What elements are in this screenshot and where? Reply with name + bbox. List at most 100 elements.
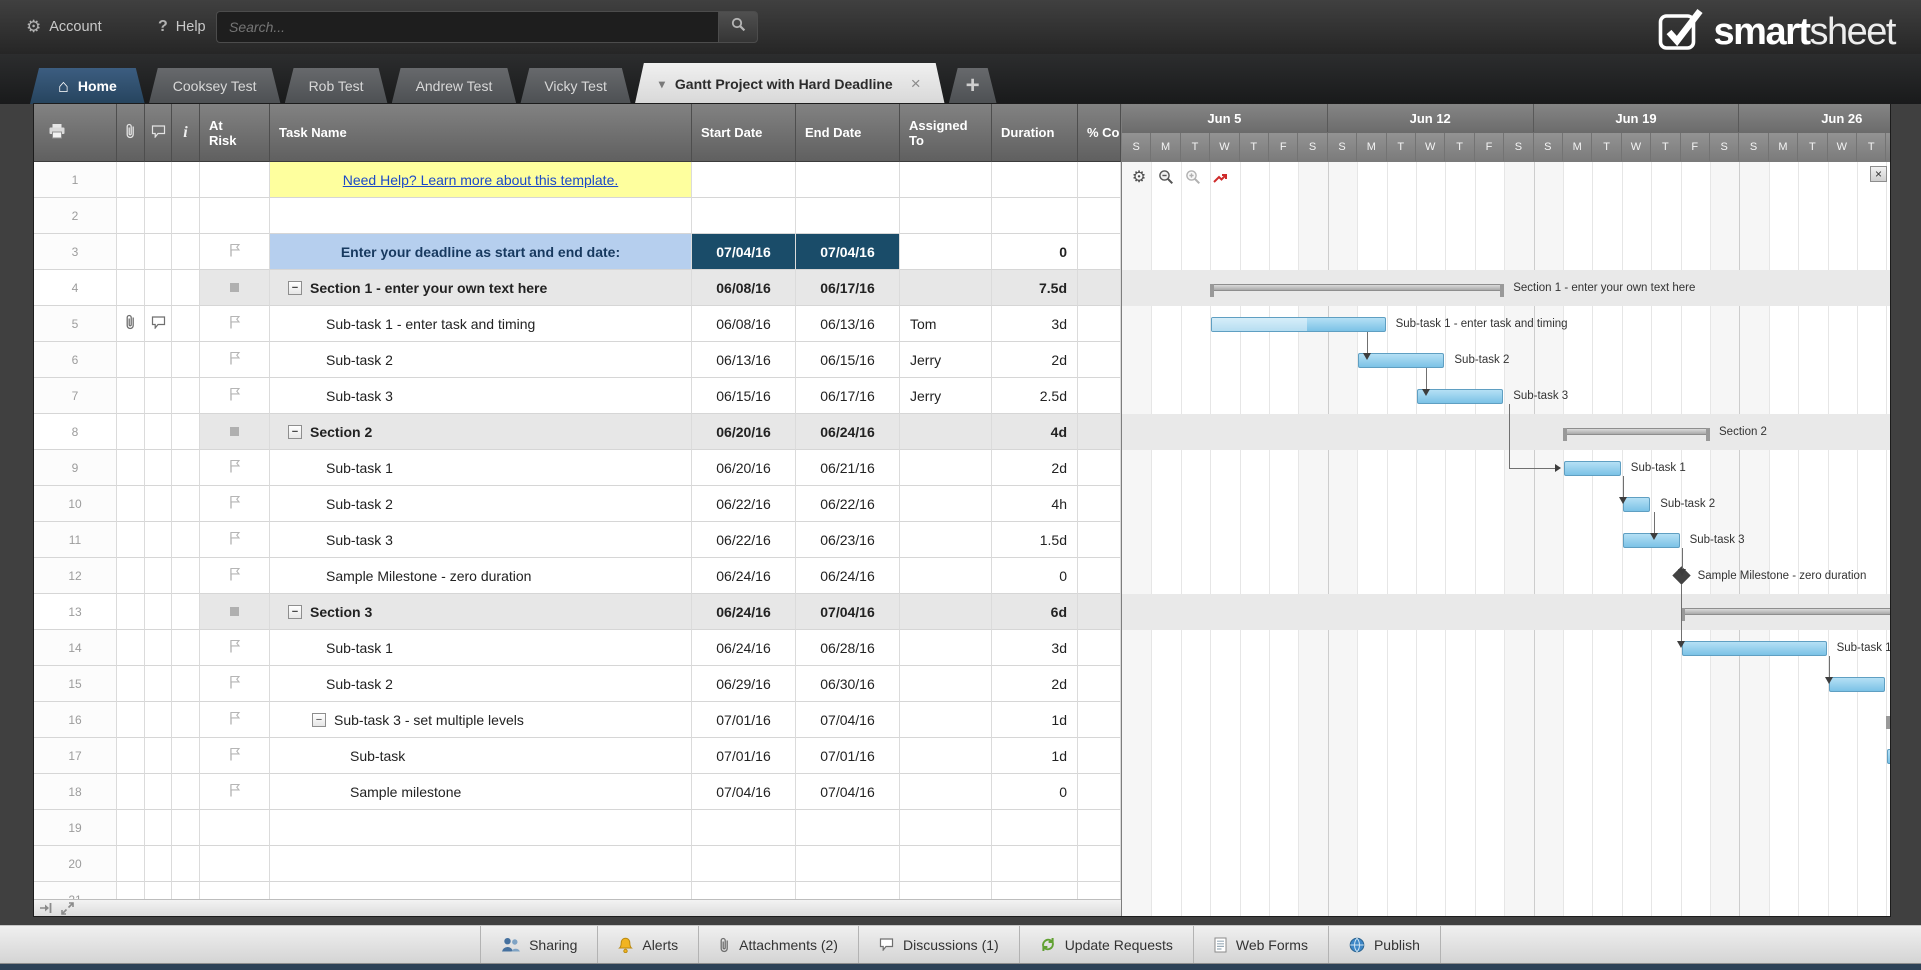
row-number[interactable]: 10	[34, 486, 117, 522]
task-name-cell[interactable]: Sub-task 2	[270, 666, 692, 702]
row-number[interactable]: 6	[34, 342, 117, 378]
row-number[interactable]: 19	[34, 810, 117, 846]
duration-cell[interactable]: 6d	[992, 594, 1078, 630]
task-name-cell[interactable]: Enter your deadline as start and end dat…	[270, 234, 692, 270]
zoom-in-icon[interactable]	[1183, 167, 1203, 187]
table-row[interactable]: 9 Sub-task 1 06/20/16 06/21/16 2d	[34, 450, 1121, 486]
at-risk-cell[interactable]	[200, 270, 270, 306]
end-date-cell[interactable]: 07/04/16	[796, 702, 900, 738]
task-name-cell[interactable]: Sample milestone	[270, 774, 692, 810]
at-risk-cell[interactable]	[200, 774, 270, 810]
row-number[interactable]: 12	[34, 558, 117, 594]
end-date-cell[interactable]: 06/24/16	[796, 414, 900, 450]
search-input[interactable]	[216, 11, 718, 43]
duration-cell[interactable]: 2.5d	[992, 378, 1078, 414]
pct-complete-cell[interactable]	[1078, 306, 1121, 342]
pct-complete-cell[interactable]	[1078, 702, 1121, 738]
task-name-cell[interactable]	[270, 198, 692, 234]
at-risk-cell[interactable]	[200, 558, 270, 594]
start-date-cell[interactable]	[692, 198, 796, 234]
end-date-cell[interactable]: 07/04/16	[796, 234, 900, 270]
table-row[interactable]: 15 Sub-task 2 06/29/16 06/30/16 2d	[34, 666, 1121, 702]
table-row[interactable]: 8− Section 2 06/20/16 06/24/16 4d	[34, 414, 1121, 450]
collapse-toggle[interactable]: −	[288, 280, 302, 295]
table-row[interactable]: 20	[34, 846, 1121, 882]
duration-cell[interactable]	[992, 198, 1078, 234]
pct-complete-cell[interactable]	[1078, 378, 1121, 414]
row-number[interactable]: 1	[34, 162, 117, 198]
tab-sheet[interactable]: Vicky Test	[520, 68, 631, 104]
duration-cell[interactable]: 0	[992, 774, 1078, 810]
duration-cell[interactable]: 4h	[992, 486, 1078, 522]
assigned-to-cell[interactable]	[900, 738, 992, 774]
task-name-cell[interactable]: Sub-task 2	[270, 342, 692, 378]
assigned-to-cell[interactable]	[900, 810, 992, 846]
table-row[interactable]: 12 Sample Milestone - zero duration 06/24/…	[34, 558, 1121, 594]
end-date-cell[interactable]	[796, 198, 900, 234]
assigned-to-cell[interactable]	[900, 450, 992, 486]
help-link[interactable]: Need Help? Learn more about this templat…	[343, 172, 619, 188]
assigned-to-column-header[interactable]: Assigned To	[900, 104, 992, 162]
gantt-summary-bar[interactable]	[1563, 428, 1710, 441]
at-risk-cell[interactable]	[200, 702, 270, 738]
duration-cell[interactable]: 4d	[992, 414, 1078, 450]
at-risk-cell[interactable]	[200, 810, 270, 846]
at-risk-cell[interactable]	[200, 738, 270, 774]
assigned-to-cell[interactable]	[900, 486, 992, 522]
row-number[interactable]: 7	[34, 378, 117, 414]
paperclip-icon[interactable]	[125, 314, 136, 333]
end-date-cell[interactable]: 06/21/16	[796, 450, 900, 486]
critical-path-icon[interactable]	[1210, 167, 1230, 187]
gantt-task-bar[interactable]	[1564, 461, 1621, 476]
table-row[interactable]: 17 Sub-task 07/01/16 07/01/16 1d	[34, 738, 1121, 774]
at-risk-cell[interactable]	[200, 198, 270, 234]
zoom-out-icon[interactable]	[1156, 167, 1176, 187]
tab-sheet[interactable]: Cooksey Test	[149, 68, 281, 104]
assigned-to-cell[interactable]	[900, 630, 992, 666]
duration-cell[interactable]: 2d	[992, 342, 1078, 378]
duration-cell[interactable]: 0	[992, 558, 1078, 594]
gantt-task-bar[interactable]	[1211, 317, 1386, 332]
row-number[interactable]: 16	[34, 702, 117, 738]
end-date-cell[interactable]: 06/22/16	[796, 486, 900, 522]
collapse-toggle[interactable]: −	[288, 424, 302, 439]
at-risk-cell[interactable]	[200, 450, 270, 486]
row-number[interactable]: 2	[34, 198, 117, 234]
discussions-button[interactable]: Discussions (1)	[859, 926, 1020, 963]
duration-cell[interactable]	[992, 810, 1078, 846]
pct-complete-cell[interactable]	[1078, 162, 1121, 198]
table-row[interactable]: 11 Sub-task 3 06/22/16 06/23/16 1.5d	[34, 522, 1121, 558]
start-date-cell[interactable]: 06/22/16	[692, 522, 796, 558]
tab-sheet[interactable]: Rob Test	[285, 68, 388, 104]
pct-complete-cell[interactable]	[1078, 270, 1121, 306]
start-date-cell[interactable]: 06/20/16	[692, 450, 796, 486]
at-risk-cell[interactable]	[200, 630, 270, 666]
duration-cell[interactable]	[992, 846, 1078, 882]
task-name-column-header[interactable]: Task Name	[270, 104, 692, 162]
start-date-cell[interactable]	[692, 846, 796, 882]
attachments-column-header[interactable]	[117, 104, 145, 162]
at-risk-cell[interactable]	[200, 342, 270, 378]
row-number[interactable]: 17	[34, 738, 117, 774]
attachments-button[interactable]: Attachments (2)	[699, 926, 859, 963]
end-date-cell[interactable]: 07/01/16	[796, 738, 900, 774]
row-number[interactable]: 13	[34, 594, 117, 630]
at-risk-cell[interactable]	[200, 666, 270, 702]
task-name-cell[interactable]: Sub-task 2	[270, 486, 692, 522]
grid-corner-header[interactable]	[34, 104, 117, 162]
end-date-cell[interactable]: 06/24/16	[796, 558, 900, 594]
row-number[interactable]: 8	[34, 414, 117, 450]
publish-button[interactable]: Publish	[1329, 926, 1441, 963]
assigned-to-cell[interactable]: Jerry	[900, 342, 992, 378]
tab-sheet[interactable]: Andrew Test	[392, 68, 517, 104]
pct-complete-cell[interactable]	[1078, 198, 1121, 234]
start-date-cell[interactable]: 06/24/16	[692, 630, 796, 666]
search-button[interactable]	[718, 11, 758, 43]
info-column-header[interactable]: i	[172, 104, 200, 162]
at-risk-cell[interactable]	[200, 378, 270, 414]
gantt-task-bar[interactable]	[1828, 677, 1886, 692]
table-row[interactable]: 7 Sub-task 3 06/15/16 06/17/16 Jerry 2.5d	[34, 378, 1121, 414]
table-row[interactable]: 4− Section 1 - enter your own text here 06…	[34, 270, 1121, 306]
task-name-cell[interactable]: Sub-task 3	[270, 378, 692, 414]
duration-cell[interactable]: 1d	[992, 702, 1078, 738]
